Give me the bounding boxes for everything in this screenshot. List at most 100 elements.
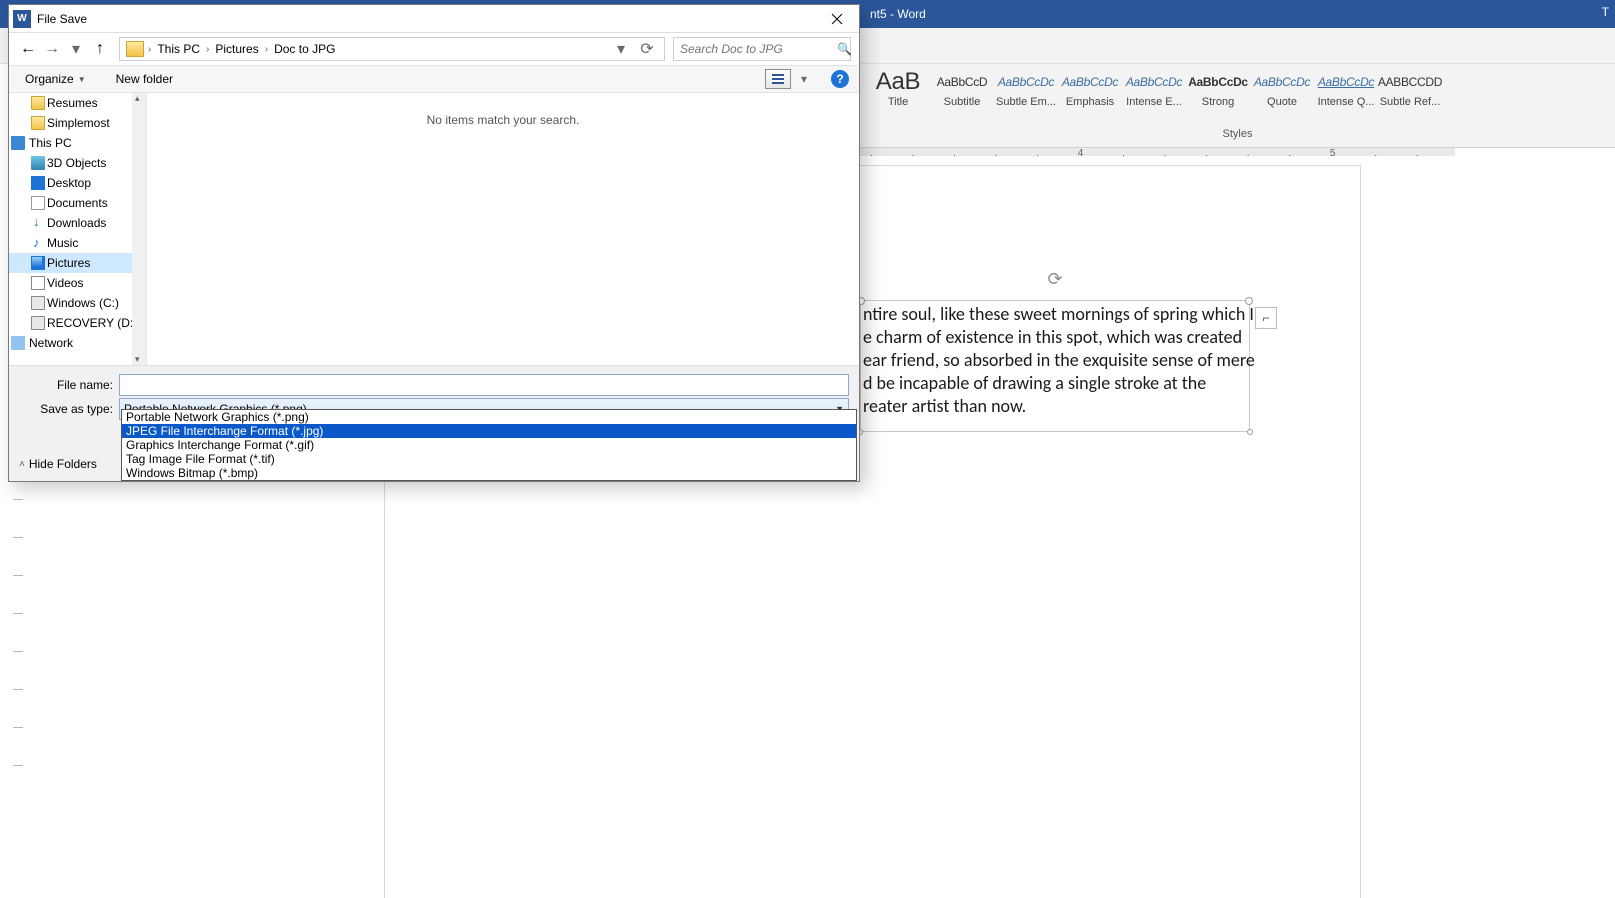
new-folder-button[interactable]: New folder bbox=[110, 70, 179, 88]
organize-button[interactable]: Organize ▼ bbox=[19, 70, 92, 88]
dropdown-option[interactable]: Windows Bitmap (*.bmp) bbox=[122, 466, 856, 480]
dropdown-option[interactable]: Portable Network Graphics (*.png) bbox=[122, 410, 856, 424]
tree-item-icon bbox=[11, 136, 25, 150]
folder-tree[interactable]: ResumesSimplemostThis PC 3D Objects Deskto… bbox=[9, 93, 147, 365]
dropdown-option[interactable]: Graphics Interchange Format (*.gif) bbox=[122, 438, 856, 452]
style-item[interactable]: AaBbCcDcStrong bbox=[1186, 66, 1250, 110]
view-button[interactable] bbox=[765, 69, 791, 89]
styles-gallery: AaBTitleAaBbCcDSubtitleAaBbCcDcSubtle Em… bbox=[860, 64, 1615, 148]
new-folder-label: New folder bbox=[116, 72, 173, 86]
breadcrumb-item[interactable]: This PC bbox=[151, 42, 206, 56]
tree-item[interactable]: Desktop bbox=[9, 173, 146, 193]
search-input[interactable] bbox=[680, 42, 837, 56]
tree-scrollbar[interactable] bbox=[132, 93, 146, 365]
empty-message: No items match your search. bbox=[427, 113, 580, 127]
tree-item-label: Downloads bbox=[47, 216, 106, 230]
style-item[interactable]: AaBbCcDcEmphasis bbox=[1058, 66, 1122, 110]
style-label: Title bbox=[867, 96, 929, 108]
style-item[interactable]: AaBbCcDSubtitle bbox=[930, 66, 994, 110]
style-preview: AaBbCcDc bbox=[1187, 68, 1249, 96]
rotate-handle-icon[interactable]: ⟳ bbox=[1047, 269, 1062, 290]
file-save-dialog: W File Save ← → ▾ ↑ › This PC › Pictures… bbox=[8, 4, 860, 482]
address-dropdown-button[interactable]: ▾ bbox=[610, 38, 632, 60]
hide-folders-label: Hide Folders bbox=[29, 457, 97, 471]
style-item[interactable]: AaBbCcDcIntense E... bbox=[1122, 66, 1186, 110]
address-breadcrumb[interactable]: › This PC › Pictures › Doc to JPG ▾ ⟳ bbox=[119, 37, 665, 61]
file-name-label: File name: bbox=[19, 378, 119, 392]
dialog-footer: File name: Save as type: Portable Networ… bbox=[9, 365, 859, 481]
style-item[interactable]: AaBbCcDcQuote bbox=[1250, 66, 1314, 110]
dialog-titlebar[interactable]: W File Save bbox=[9, 5, 859, 33]
back-button[interactable]: ← bbox=[17, 38, 39, 60]
tree-item[interactable]: Documents bbox=[9, 193, 146, 213]
tree-item[interactable]: This PC bbox=[9, 133, 146, 153]
tree-item[interactable]: Music bbox=[9, 233, 146, 253]
tree-item-label: Network bbox=[29, 336, 73, 350]
style-item[interactable]: AABBCCDDSubtle Ref... bbox=[1378, 66, 1442, 110]
refresh-button[interactable]: ⟳ bbox=[636, 38, 658, 60]
save-as-type-dropdown[interactable]: Portable Network Graphics (*.png)JPEG Fi… bbox=[121, 409, 857, 481]
close-button[interactable] bbox=[817, 5, 857, 33]
save-as-type-label: Save as type: bbox=[19, 402, 119, 416]
style-preview: AaBbCcDc bbox=[1059, 68, 1121, 96]
tree-item-icon bbox=[31, 256, 45, 270]
tree-item[interactable]: Pictures bbox=[9, 253, 146, 273]
tree-item-label: Music bbox=[47, 236, 78, 250]
tree-item-label: Windows (C:) bbox=[47, 296, 119, 310]
text-box-content[interactable]: ntire soul, like these sweet mornings of… bbox=[863, 303, 1400, 418]
breadcrumb-item[interactable]: Pictures bbox=[209, 42, 264, 56]
tree-item-label: Desktop bbox=[47, 176, 91, 190]
style-item[interactable]: AaBbCcDcSubtle Em... bbox=[994, 66, 1058, 110]
style-item[interactable]: AaBbCcDcIntense Q... bbox=[1314, 66, 1378, 110]
chevron-down-icon: ▼ bbox=[78, 75, 86, 84]
style-preview: AaBbCcDc bbox=[1315, 68, 1377, 96]
tree-item[interactable]: RECOVERY (D:) bbox=[9, 313, 146, 333]
tree-item-label: Videos bbox=[47, 276, 83, 290]
styles-group-label: Styles bbox=[860, 128, 1615, 140]
folder-icon bbox=[126, 41, 144, 57]
help-button[interactable]: ? bbox=[831, 70, 849, 88]
chevron-up-icon: ˄ bbox=[19, 459, 25, 470]
tree-item[interactable]: Resumes bbox=[9, 93, 146, 113]
tree-item[interactable]: Simplemost bbox=[9, 113, 146, 133]
tree-item-icon bbox=[31, 176, 45, 190]
tree-item-icon bbox=[31, 196, 45, 210]
tree-item-label: RECOVERY (D:) bbox=[47, 316, 137, 330]
recent-locations-button[interactable]: ▾ bbox=[65, 38, 87, 60]
hide-folders-button[interactable]: ˄ Hide Folders bbox=[19, 457, 97, 471]
dropdown-option[interactable]: JPEG File Interchange Format (*.jpg) bbox=[122, 424, 856, 438]
dropdown-option[interactable]: Tag Image File Format (*.tif) bbox=[122, 452, 856, 466]
style-preview: AaBbCcDc bbox=[1251, 68, 1313, 96]
style-item[interactable]: AaBTitle bbox=[866, 66, 930, 110]
style-label: Subtle Em... bbox=[995, 96, 1057, 108]
tree-item[interactable]: 3D Objects bbox=[9, 153, 146, 173]
tree-item[interactable]: Downloads bbox=[9, 213, 146, 233]
style-label: Intense E... bbox=[1123, 96, 1185, 108]
horizontal-ruler[interactable]: . . . . . 4 . . . . . 5 . . . . . 6 . . … bbox=[860, 148, 1455, 166]
tree-item[interactable]: Windows (C:) bbox=[9, 293, 146, 313]
tree-item[interactable]: Videos bbox=[9, 273, 146, 293]
up-button[interactable]: ↑ bbox=[89, 38, 111, 60]
style-label: Subtle Ref... bbox=[1379, 96, 1441, 108]
close-icon bbox=[831, 13, 843, 25]
tree-item-icon bbox=[31, 216, 45, 230]
forward-button[interactable]: → bbox=[41, 38, 63, 60]
search-box[interactable]: 🔍 bbox=[673, 37, 851, 61]
tree-item[interactable]: Network bbox=[9, 333, 146, 353]
dialog-toolbar: Organize ▼ New folder ▾ ? bbox=[9, 65, 859, 93]
view-dropdown-button[interactable]: ▾ bbox=[793, 68, 815, 90]
style-preview: AaBbCcDc bbox=[995, 68, 1057, 96]
tree-item-icon bbox=[11, 336, 25, 350]
style-label: Strong bbox=[1187, 96, 1249, 108]
word-title-text: nt5 - Word bbox=[870, 7, 926, 21]
tree-item-icon bbox=[31, 316, 45, 330]
breadcrumb-item[interactable]: Doc to JPG bbox=[268, 42, 341, 56]
tree-item-icon bbox=[31, 96, 45, 110]
tree-item-icon bbox=[31, 116, 45, 130]
dialog-title: File Save bbox=[37, 12, 817, 26]
file-list-pane[interactable]: No items match your search. bbox=[147, 93, 859, 365]
tree-item-label: 3D Objects bbox=[47, 156, 106, 170]
organize-label: Organize bbox=[25, 72, 74, 86]
search-icon: 🔍 bbox=[837, 42, 852, 56]
file-name-input[interactable] bbox=[119, 374, 849, 396]
